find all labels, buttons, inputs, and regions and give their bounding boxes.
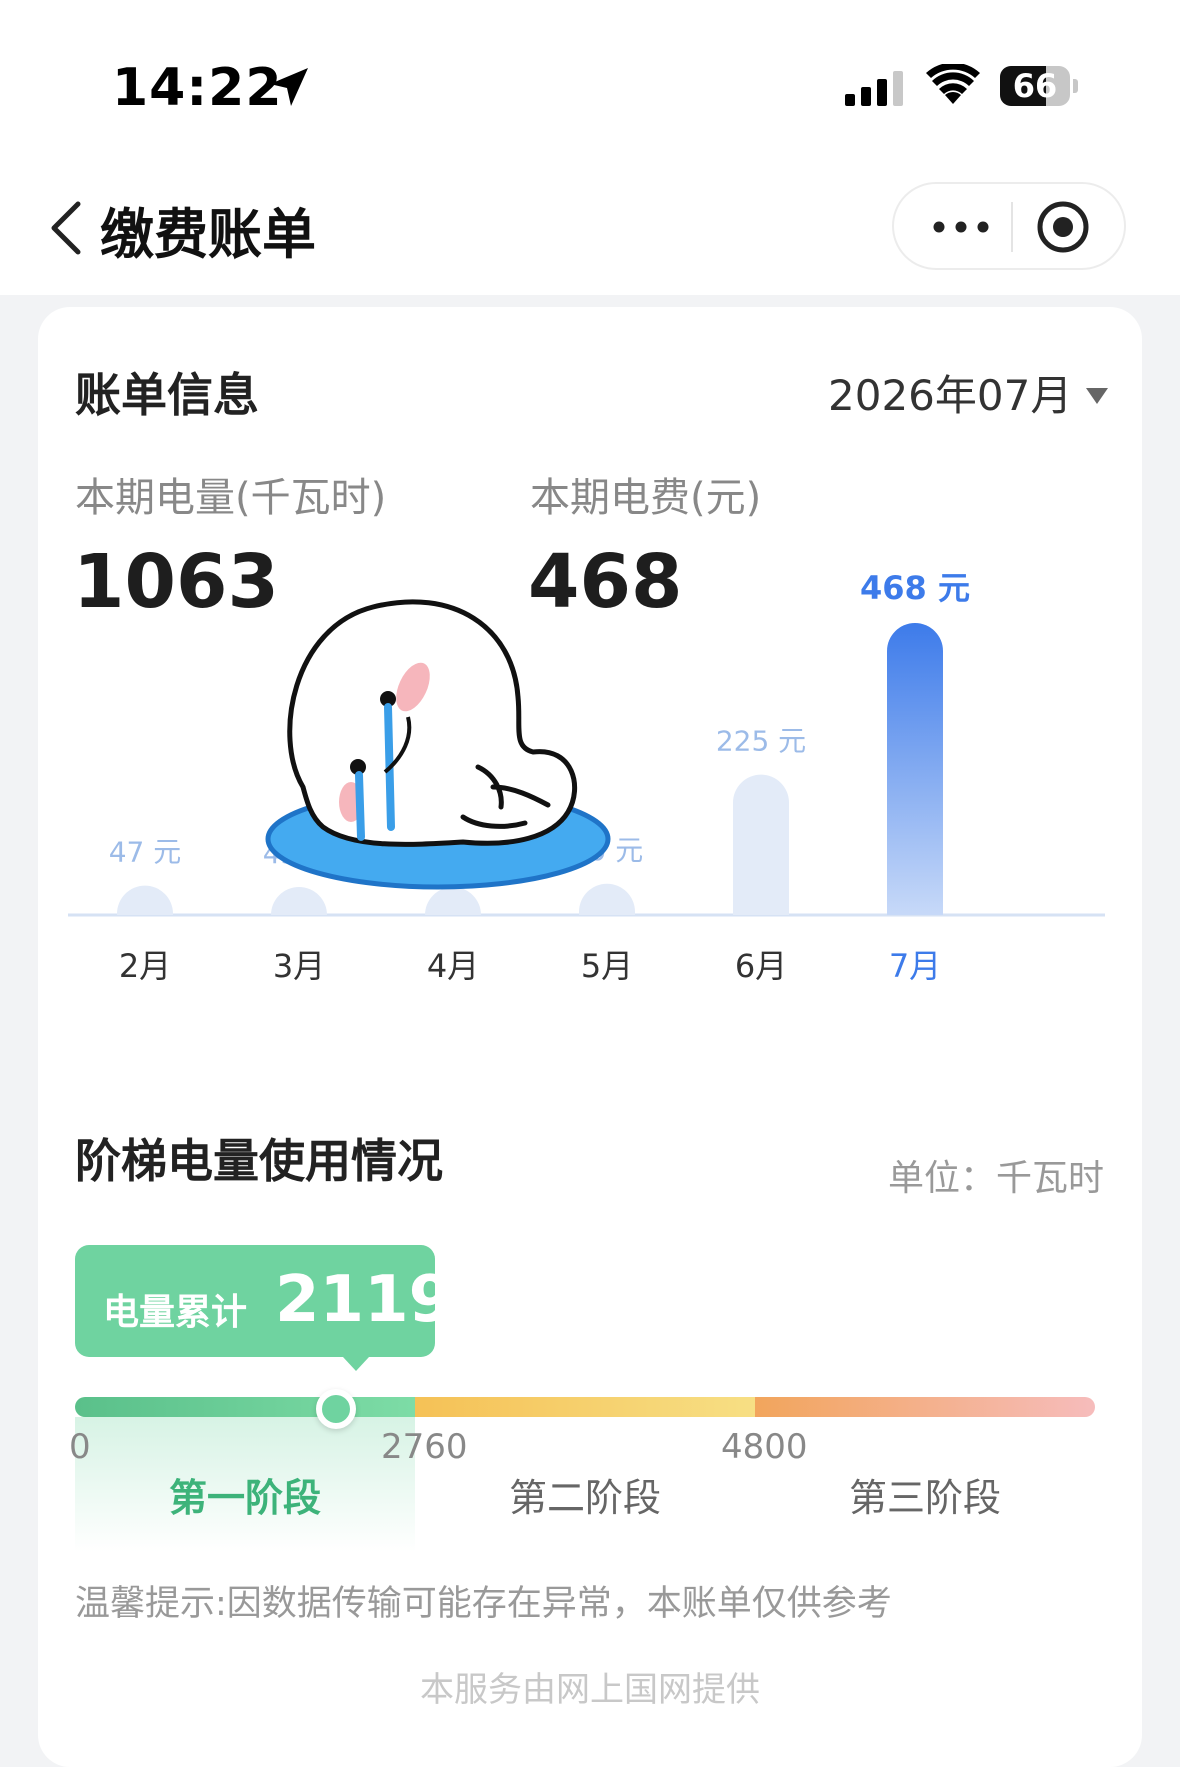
wifi-icon: [926, 64, 980, 104]
provider-text: 本服务由网上国网提供: [420, 1670, 760, 1710]
chart-category-label-3月[interactable]: 3月: [273, 947, 325, 985]
tier-tick-4800: 4800: [721, 1427, 808, 1467]
chart-category-label-2月[interactable]: 2月: [119, 947, 171, 985]
tier-segment-3: [755, 1397, 1095, 1417]
tier-usage-title: 阶梯电量使用情况: [75, 1134, 443, 1188]
tier-segment-2: [415, 1397, 755, 1417]
chart-bar-7月[interactable]: [887, 623, 943, 915]
status-bar: 14:22 66: [0, 0, 1180, 150]
battery-level-text: 66: [1012, 67, 1058, 105]
bill-card: 账单信息 2026年07月 本期电量(千瓦时) 1063 本期电费(元) 468…: [38, 307, 1142, 1767]
more-options-icon[interactable]: [924, 204, 998, 250]
tier-tick-0: 0: [69, 1427, 91, 1467]
back-chevron-icon[interactable]: [44, 198, 88, 258]
mini-program-capsule: [892, 182, 1126, 270]
chart-bar-6月[interactable]: [733, 774, 789, 915]
nav-bar: 缴费账单: [0, 150, 1180, 295]
cumulative-usage-badge: 电量累计 2119: [75, 1245, 453, 1371]
chart-category-label-6月[interactable]: 6月: [735, 947, 787, 985]
chart-bar-2月[interactable]: [117, 885, 173, 915]
notice-text: 温馨提示:因数据传输可能存在异常，本账单仅供参考: [75, 1584, 892, 1624]
tier-progress-bar: [75, 1397, 1095, 1417]
cellular-signal-icon: [845, 71, 903, 106]
status-time: 14:22: [112, 58, 283, 118]
chart-data-label-7月: 468 元: [860, 569, 970, 607]
battery-indicator: 66: [1000, 66, 1078, 106]
location-arrow-icon: [270, 68, 308, 106]
chart-category-label-4月[interactable]: 4月: [427, 947, 479, 985]
chart-category-label-5月[interactable]: 5月: [581, 947, 633, 985]
unit-label: 单位：千瓦时: [887, 1158, 1104, 1199]
crying-mascot-sticker: [265, 599, 611, 890]
stage-1-label: 第一阶段: [168, 1476, 321, 1520]
cumulative-usage-label: 电量累计: [103, 1292, 248, 1333]
stage-2-label: 第二阶段: [508, 1476, 661, 1520]
close-target-icon[interactable]: [1034, 198, 1092, 256]
cumulative-usage-value: 2119: [275, 1263, 454, 1337]
tier-tick-2760: 2760: [381, 1427, 468, 1467]
stage-3-label: 第三阶段: [848, 1476, 1001, 1520]
tier-segment-1: [75, 1397, 415, 1417]
chart-data-label-2月: 47 元: [109, 836, 182, 869]
usage-position-marker: [316, 1389, 357, 1429]
page-title: 缴费账单: [100, 203, 316, 266]
chart-data-label-6月: 225 元: [716, 725, 806, 758]
chart-category-label-7月[interactable]: 7月: [889, 947, 941, 985]
